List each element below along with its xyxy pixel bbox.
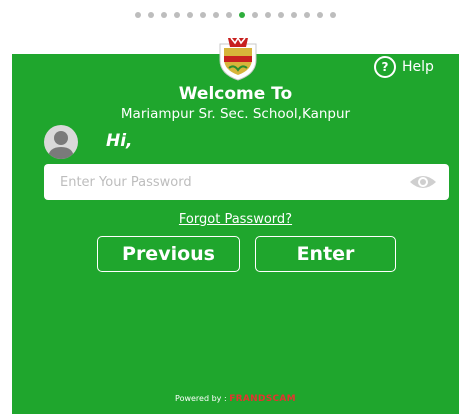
greeting: Hi, [106,131,133,151]
login-screen: ? Help Welcome To Mariampur Sr. Sec. Sch… [0,0,471,414]
question-circle-icon: ? [374,56,396,78]
help-button[interactable]: ? Help [374,56,434,78]
brand-logo: FRANDSCAM [229,394,296,404]
page-dot [278,12,284,18]
school-logo [219,36,257,81]
page-dot [252,12,258,18]
page-dot [148,12,154,18]
page-dot [213,12,219,18]
page-dot [317,12,323,18]
powered-by: Powered by : FRANDSCAM [0,394,471,404]
school-name: Mariampur Sr. Sec. School,Kanpur [120,106,351,122]
page-dot [187,12,193,18]
person-avatar-icon [44,125,78,159]
page-dot [265,12,271,18]
enter-button[interactable]: Enter [255,236,396,272]
eye-icon[interactable] [409,173,437,191]
welcome-title: Welcome To [178,84,293,104]
page-dot [304,12,310,18]
previous-button[interactable]: Previous [97,236,240,272]
page-dot [161,12,167,18]
forgot-password-row: Forgot Password? [0,208,471,227]
page-dot-active [239,12,245,18]
page-dot [135,12,141,18]
password-input[interactable] [44,164,404,200]
password-field [44,164,449,200]
page-dot [291,12,297,18]
page-dot [226,12,232,18]
powered-by-label: Powered by : [175,394,227,403]
page-dot [330,12,336,18]
page-dot [174,12,180,18]
page-indicator [0,12,471,18]
page-dot [200,12,206,18]
forgot-password-link[interactable]: Forgot Password? [179,212,292,227]
help-label: Help [402,59,434,75]
